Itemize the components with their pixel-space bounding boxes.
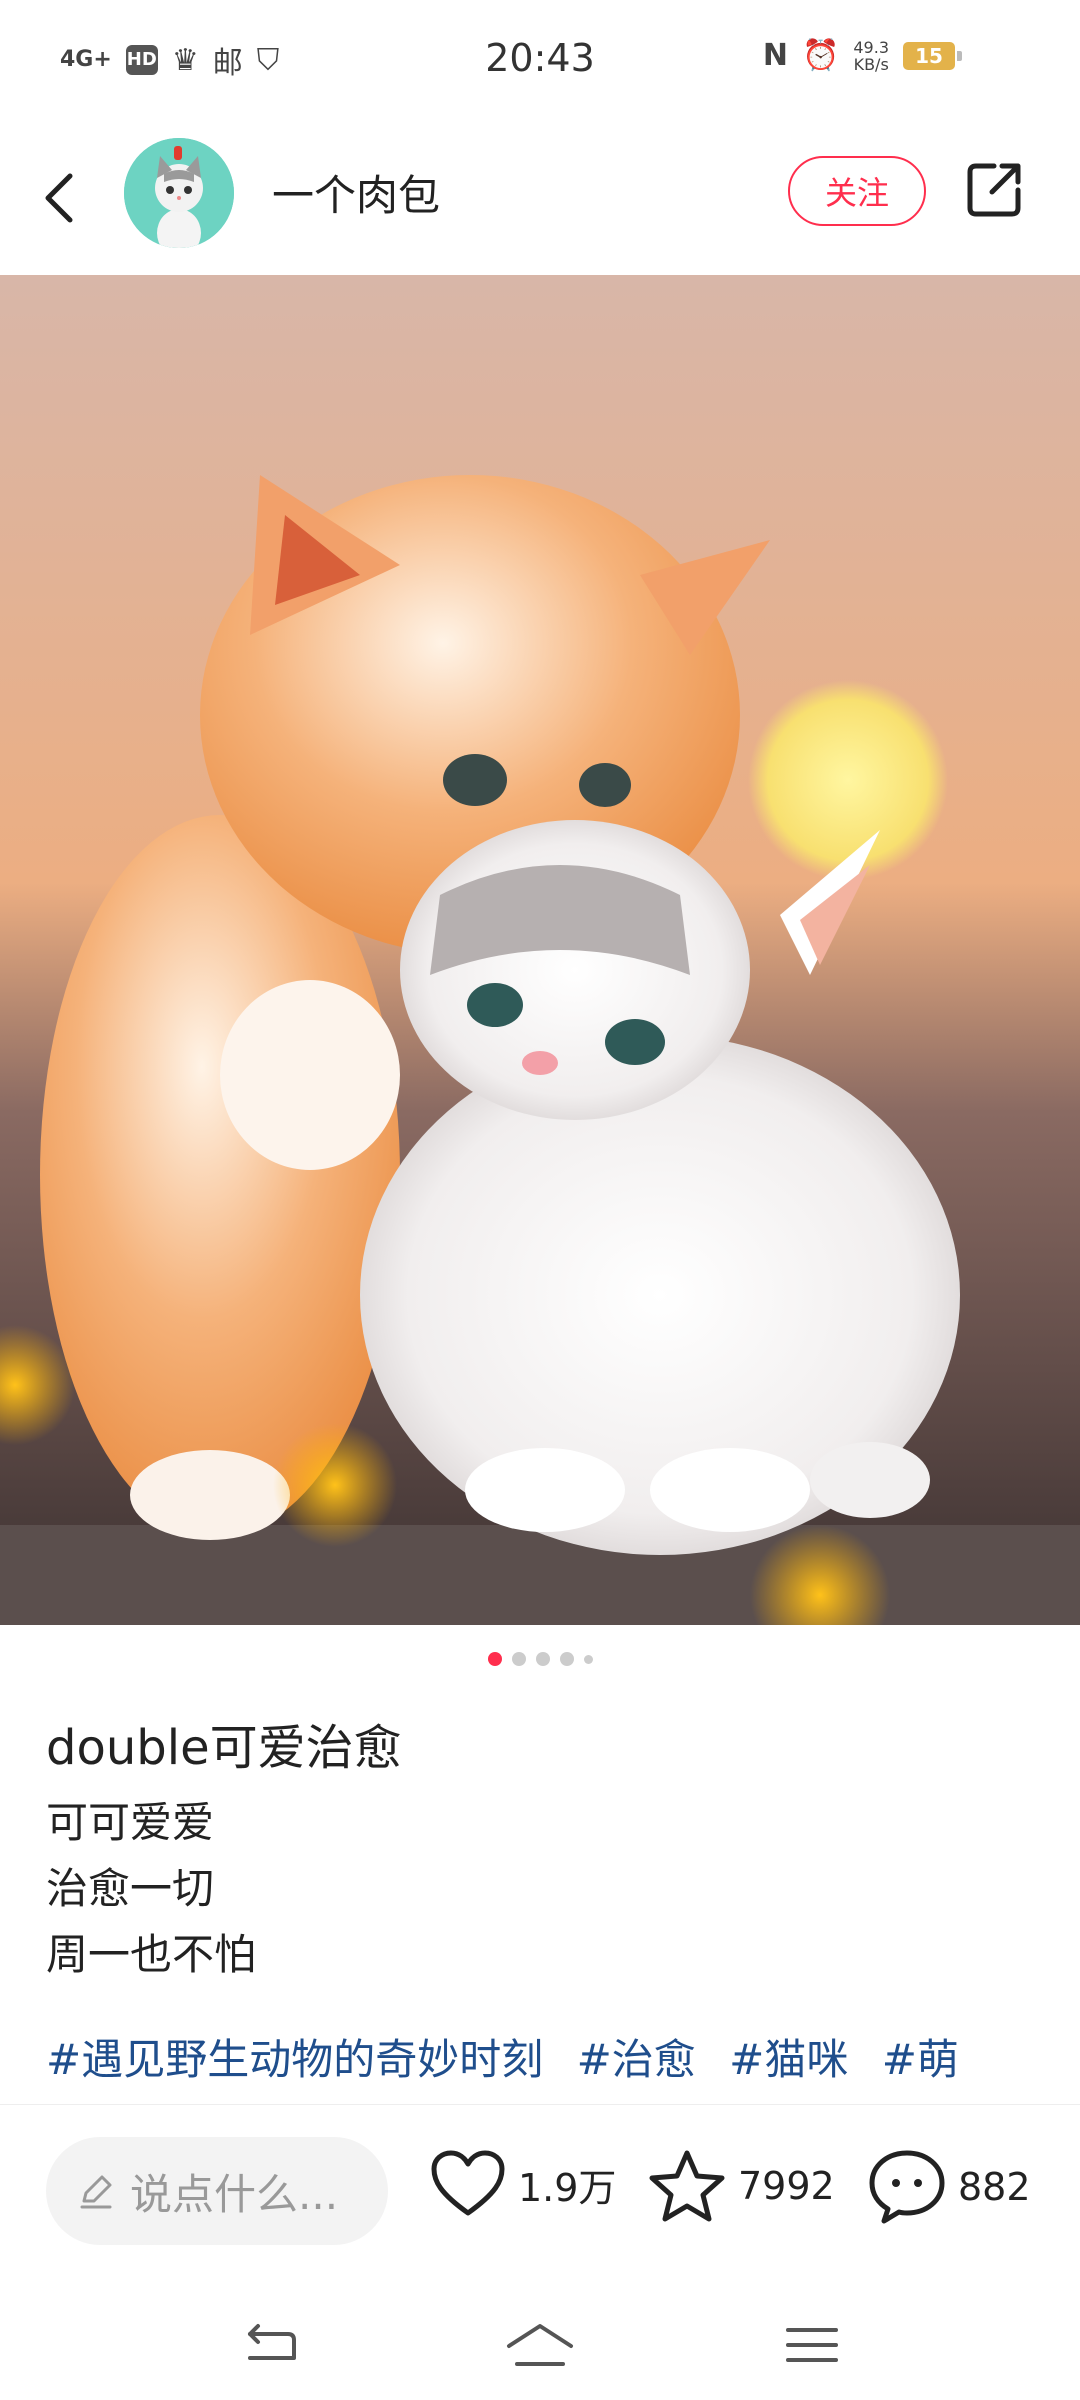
follow-button[interactable]: 关注 [788, 156, 926, 226]
heart-icon [431, 2150, 505, 2216]
author-name[interactable]: 一个肉包 [272, 162, 440, 223]
hashtag-link[interactable]: #遇见野生动物的奇妙时刻 [46, 2035, 543, 2084]
post-title: double可爱治愈 [46, 1720, 402, 1776]
favorite-button[interactable]: 7992 [648, 2149, 835, 2223]
page-dot [535, 1652, 550, 1666]
system-nav-bar [0, 2290, 1080, 2400]
hashtag-link[interactable]: #治愈 [577, 2035, 696, 2084]
post-line: 治愈一切 [46, 1864, 215, 1913]
post-image[interactable] [0, 275, 1080, 1625]
battery-icon: 15 [903, 41, 962, 70]
post-tags: #遇见野生动物的奇妙时刻 #治愈 #猫咪 #萌 [46, 2026, 979, 2087]
back-arrow-icon[interactable] [40, 158, 80, 238]
hashtag-link[interactable]: #萌 [882, 2035, 959, 2084]
nav-menu-icon[interactable] [782, 2320, 842, 2370]
favorite-count: 7992 [738, 2164, 835, 2208]
comment-button[interactable]: 882 [868, 2149, 1031, 2225]
status-bar: 4G+ HD ♛ 邮 ⛉ 20:43 N ⏰ 49.3 KB/s 15 [0, 0, 1080, 120]
share-icon[interactable] [964, 160, 1024, 220]
page-dot [559, 1652, 574, 1666]
nav-back-icon[interactable] [240, 2320, 300, 2370]
page-dot-active [487, 1652, 502, 1666]
page-dot [511, 1652, 526, 1666]
like-count: 1.9万 [518, 2165, 617, 2210]
pencil-icon [80, 2175, 112, 2209]
post-header: 一个肉包 关注 [0, 120, 1080, 275]
star-icon [649, 2150, 725, 2222]
interaction-bar: 说点什么... 1.9万 7992 882 [0, 2104, 1080, 2285]
nfc-icon: N [762, 38, 789, 73]
comment-bubble-icon [869, 2150, 945, 2224]
nav-home-icon[interactable] [505, 2320, 575, 2370]
hashtag-link[interactable]: #猫咪 [729, 2035, 848, 2084]
net-speed: 49.3 KB/s [853, 37, 889, 74]
post-body: 可可爱爱 治愈一切 周一也不怕 [46, 1790, 256, 1988]
avatar[interactable] [124, 138, 234, 248]
comment-placeholder: 说点什么... [130, 2169, 339, 2219]
image-page-indicator [0, 1652, 1080, 1666]
post-line: 可可爱爱 [46, 1798, 215, 1847]
comment-input[interactable]: 说点什么... [46, 2137, 388, 2245]
comment-count: 882 [958, 2165, 1031, 2209]
post-line: 周一也不怕 [46, 1930, 257, 1979]
page-dot [583, 1654, 593, 1664]
like-button[interactable]: 1.9万 [430, 2149, 616, 2219]
alarm-icon: ⏰ [802, 38, 840, 73]
